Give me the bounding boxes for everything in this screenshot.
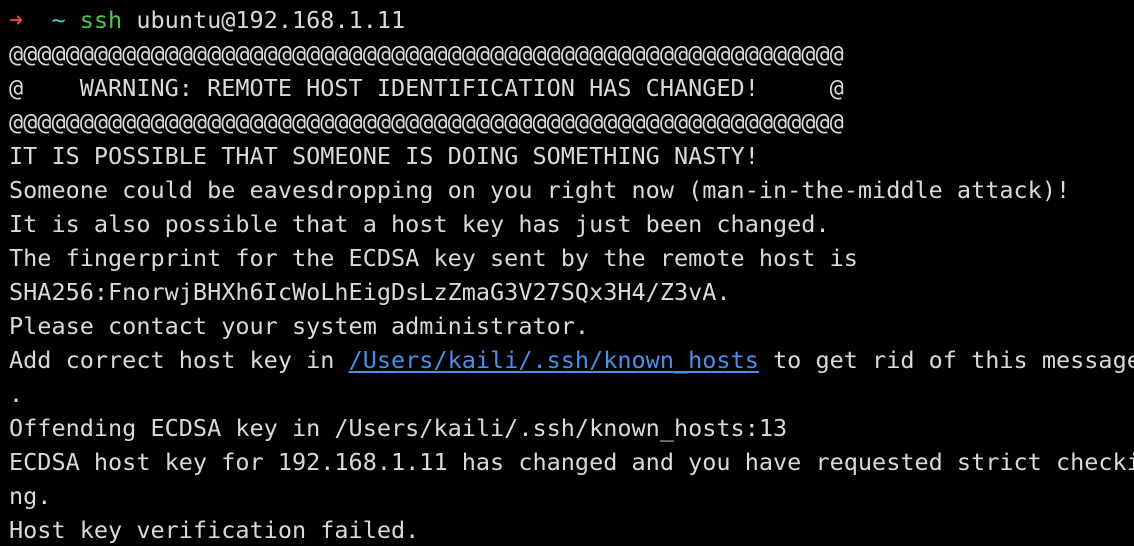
output-line-strict-checking-cont: ng.	[9, 482, 52, 510]
prompt-arguments: ubuntu@192.168.1.11	[136, 6, 406, 34]
prompt-line: ➜ ~ ssh ubuntu@192.168.1.11	[9, 3, 405, 37]
known-hosts-link[interactable]: /Users/kaili/.ssh/known_hosts	[349, 346, 759, 374]
output-line-eavesdropping: Someone could be eavesdropping on you ri…	[9, 176, 1071, 204]
warning-banner-top: @@@@@@@@@@@@@@@@@@@@@@@@@@@@@@@@@@@@@@@@…	[9, 40, 844, 68]
add-key-suffix: to get rid of this message	[758, 346, 1134, 374]
output-line-strict-checking: ECDSA host key for 192.168.1.11 has chan…	[9, 448, 1134, 476]
output-line-offending-key: Offending ECDSA key in /Users/kaili/.ssh…	[9, 414, 788, 442]
prompt-command: ssh	[79, 6, 123, 34]
output-line-fingerprint-intro: The fingerprint for the ECDSA key sent b…	[9, 244, 858, 272]
output-line-period: .	[9, 380, 24, 408]
prompt-directory: ~	[51, 6, 66, 34]
terminal-window[interactable]: ➜ ~ ssh ubuntu@192.168.1.11 @@@@@@@@@@@@…	[0, 0, 1134, 546]
prompt-arrow-icon: ➜	[9, 6, 24, 34]
output-line-verification-failed: Host key verification failed.	[9, 516, 420, 544]
add-key-prefix: Add correct host key in	[9, 346, 349, 374]
output-line-add-key: Add correct host key in /Users/kaili/.ss…	[9, 343, 1134, 377]
warning-banner-bottom: @@@@@@@@@@@@@@@@@@@@@@@@@@@@@@@@@@@@@@@@…	[9, 108, 844, 136]
output-line-host-key-changed: It is also possible that a host key has …	[9, 210, 830, 238]
output-line-fingerprint: SHA256:FnorwjBHXh6IcWoLhEigDsLzZmaG3V27S…	[9, 278, 731, 306]
warning-banner-text: @ WARNING: REMOTE HOST IDENTIFICATION HA…	[9, 74, 844, 102]
output-line-contact-admin: Please contact your system administrator…	[9, 312, 590, 340]
output-line-nasty: IT IS POSSIBLE THAT SOMEONE IS DOING SOM…	[9, 142, 759, 170]
